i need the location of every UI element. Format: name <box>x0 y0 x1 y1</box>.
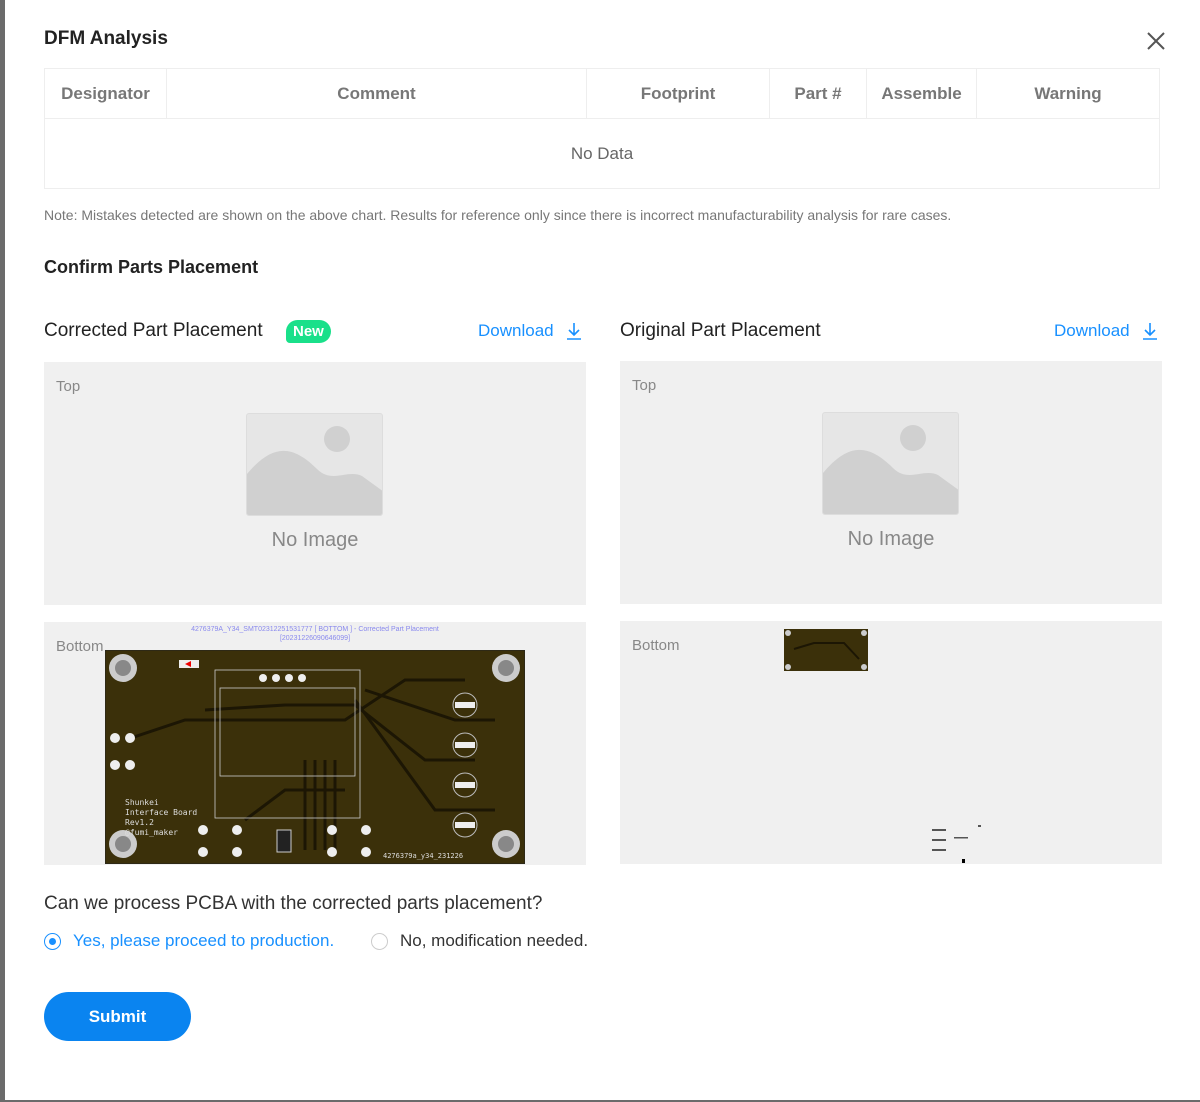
caption-line: [20231226090646099] <box>279 635 351 642</box>
bottom-label: Bottom <box>632 637 680 654</box>
radio-no-label: No, modification needed. <box>400 931 589 950</box>
top-label: Top <box>632 377 657 394</box>
no-image-text: No Image <box>847 528 935 550</box>
image-placeholder-icon <box>246 413 383 516</box>
download-corrected[interactable]: Download <box>478 321 582 341</box>
new-badge: New <box>286 320 331 343</box>
submit-button[interactable]: Submit <box>44 992 191 1041</box>
close-icon[interactable] <box>1145 30 1167 52</box>
caption-line: 4276379A_Y34_SMT02312251531777 [ BOTTOM … <box>191 626 439 633</box>
pcb-bottom-image[interactable]: Shunkei Interface Board Rev1.2 @fumi_mak… <box>105 650 525 864</box>
col-part: Part # <box>769 68 867 119</box>
silkscreen-line: Interface Board <box>125 808 197 817</box>
radio-no[interactable]: No, modification needed. <box>371 931 588 951</box>
no-data: No Data <box>570 143 634 163</box>
pcb-caption: 4276379A_Y34_SMT02312251531777 [ BOTTOM … <box>105 625 525 643</box>
original-bottom-panel: Bottom <box>620 621 1162 864</box>
pcb-original-marks <box>932 825 981 863</box>
dialog-title: DFM Analysis <box>44 28 168 49</box>
corrected-title: Corrected Part Placement <box>44 320 263 341</box>
download-icon <box>566 323 581 340</box>
silkscreen-line: Shunkei <box>125 798 159 807</box>
col-comment: Comment <box>166 68 587 119</box>
board-id: 4276379a_y34_231226 <box>383 852 463 860</box>
note-text: Note: Mistakes detected are shown on the… <box>44 207 952 223</box>
question-text: Can we process PCBA with the corrected p… <box>44 893 543 914</box>
corrected-bottom-panel: Bottom 4276379A_Y34_SMT02312251531777 [ … <box>44 622 586 865</box>
download-label: Download <box>478 321 554 340</box>
section-title: Confirm Parts Placement <box>44 257 259 277</box>
col-designator: Designator <box>44 68 167 119</box>
dfm-table: Designator Comment Footprint Part # Asse… <box>44 68 1160 189</box>
radio-yes-label: Yes, please proceed to production. <box>73 931 335 950</box>
original-top-panel: Top No Image <box>620 361 1162 604</box>
radio-no-circle[interactable] <box>371 932 388 950</box>
no-image-text: No Image <box>271 529 359 551</box>
download-label: Download <box>1054 321 1130 340</box>
pcb-original-thumbnail[interactable] <box>784 629 868 671</box>
bottom-label: Bottom <box>56 638 104 655</box>
corrected-top-panel: Top No Image <box>44 362 586 605</box>
radio-yes[interactable]: Yes, please proceed to production. <box>44 931 334 951</box>
dfm-dialog: DFM Analysis Designator Comment Footprin… <box>5 0 1200 1100</box>
image-placeholder-icon <box>822 412 959 515</box>
original-title: Original Part Placement <box>620 320 821 341</box>
download-icon <box>1142 323 1157 340</box>
download-original[interactable]: Download <box>1054 321 1158 341</box>
col-assemble: Assemble <box>866 68 977 119</box>
col-warning: Warning <box>976 68 1160 119</box>
col-footprint: Footprint <box>586 68 770 119</box>
silkscreen-line: Rev1.2 <box>125 818 154 827</box>
silkscreen-line: @fumi_maker <box>125 828 178 837</box>
top-label: Top <box>56 378 81 395</box>
radio-yes-circle[interactable] <box>44 932 61 950</box>
